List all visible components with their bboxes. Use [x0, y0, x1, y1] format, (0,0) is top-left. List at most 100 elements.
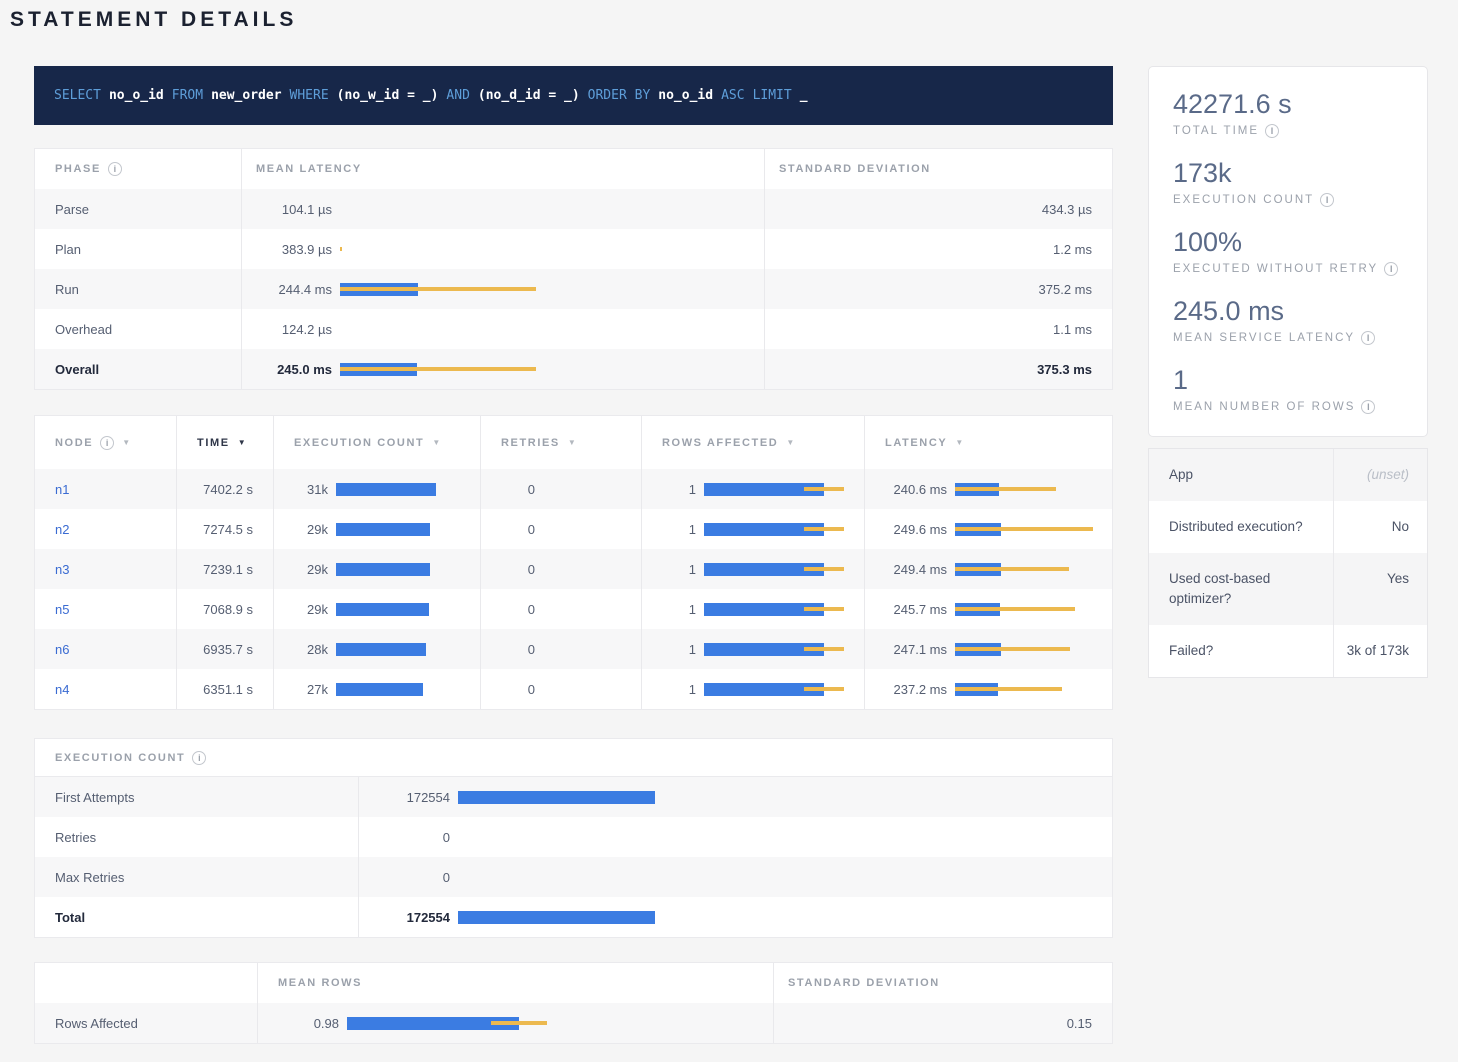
stddev-whisker: [340, 247, 342, 251]
info-icon[interactable]: i: [1361, 400, 1375, 414]
rows-affected-column-header[interactable]: ROWS AFFECTED ▼: [641, 416, 864, 469]
node-time-value: 7068.9 s: [203, 602, 253, 617]
latency-bar: [955, 683, 1115, 696]
info-icon[interactable]: i: [1384, 262, 1398, 276]
node-link[interactable]: n3: [55, 562, 69, 577]
phase-latency-table: PHASE i MEAN LATENCY STANDARD DEVIATION …: [34, 148, 1113, 390]
execution-count-bar: [458, 911, 658, 924]
stddev-whisker: [804, 647, 844, 651]
time-column-header[interactable]: TIME ▼: [176, 416, 273, 469]
latency-bar: [340, 283, 540, 296]
summary-stat: 42271.6 s TOTAL TIME i: [1173, 88, 1403, 141]
execution-count-column-header[interactable]: EXECUTION COUNT ▼: [273, 416, 480, 469]
summary-stats-card: 42271.6 s TOTAL TIME i 173k EXECUTION CO…: [1148, 66, 1428, 437]
page-title: STATEMENT DETAILS: [10, 8, 297, 32]
execution-count-value: 172554: [367, 790, 450, 805]
retries-column-header[interactable]: RETRIES ▼: [480, 416, 641, 469]
info-icon[interactable]: i: [108, 162, 122, 176]
sort-desc-icon[interactable]: ▼: [786, 438, 794, 447]
info-icon[interactable]: i: [1361, 331, 1375, 345]
attribute-value: 3k of 173k: [1333, 625, 1427, 677]
mean-rows-bar: [347, 1017, 547, 1030]
attribute-label: Failed?: [1149, 625, 1333, 677]
execution-count-value: 172554: [367, 910, 450, 925]
info-icon[interactable]: i: [192, 751, 206, 765]
node-retries-value: 0: [489, 522, 535, 537]
node-stats-table: NODE i ▼ TIME ▼ EXECUTION COUNT ▼ RETRIE…: [34, 415, 1113, 710]
mean-bar: [336, 643, 426, 656]
node-column-header[interactable]: NODE i ▼: [35, 416, 176, 469]
node-retries-value: 0: [489, 482, 535, 497]
node-link[interactable]: n6: [55, 642, 69, 657]
node-link[interactable]: n4: [55, 682, 69, 697]
execution-count-row-label: First Attempts: [55, 790, 134, 805]
node-retries-value: 0: [489, 602, 535, 617]
sql-query-text: SELECTno_o_idFROMnew_orderWHERE(no_w_id …: [54, 88, 808, 103]
node-rows-affected-value: 1: [650, 602, 696, 617]
node-time-value: 6935.7 s: [203, 642, 253, 657]
latency-column-header[interactable]: LATENCY ▼: [864, 416, 1112, 469]
attribute-label: App: [1149, 449, 1333, 501]
mean-bar: [458, 911, 655, 924]
node-rows-affected-value: 1: [650, 642, 696, 657]
attribute-row: App (unset): [1149, 449, 1427, 501]
execution-count-value: 0: [367, 870, 450, 885]
summary-stat-label: EXECUTION COUNT: [1173, 190, 1314, 210]
sql-token: AND: [446, 88, 469, 103]
sql-query-box: SELECTno_o_idFROMnew_orderWHERE(no_w_id …: [34, 66, 1113, 125]
sort-desc-icon[interactable]: ▼: [568, 438, 576, 447]
rows-affected-bar: [704, 683, 864, 696]
rows-affected-bar: [704, 603, 864, 616]
stddev-whisker: [804, 687, 844, 691]
sort-desc-icon[interactable]: ▼: [955, 438, 963, 447]
execution-count-bar: [336, 643, 476, 656]
sort-desc-icon[interactable]: ▼: [122, 438, 130, 447]
standard-deviation-value: 1.2 ms: [1053, 242, 1092, 257]
sql-token: LIMIT: [753, 88, 792, 103]
rows-affected-bar: [704, 523, 864, 536]
sql-token: (no_w_id = _): [337, 88, 439, 103]
info-icon[interactable]: i: [1265, 124, 1279, 138]
rows-affected-bar: [704, 483, 864, 496]
phase-table-row: Overhead 124.2 µs 1.1 ms: [35, 309, 1112, 349]
sql-token: ASC: [721, 88, 744, 103]
latency-bar: [340, 363, 540, 376]
standard-deviation-column-header: STANDARD DEVIATION: [788, 977, 940, 989]
rows-affected-table-header: MEAN ROWS STANDARD DEVIATION: [35, 963, 1112, 1003]
node-retries-value: 0: [489, 562, 535, 577]
sort-desc-icon[interactable]: ▼: [432, 438, 440, 447]
phase-label: Overhead: [55, 322, 112, 337]
node-retries-value: 0: [489, 642, 535, 657]
sort-desc-icon[interactable]: ▼: [238, 438, 246, 447]
phase-label: Plan: [55, 242, 81, 257]
summary-stat: 245.0 ms MEAN SERVICE LATENCY i: [1173, 295, 1403, 348]
node-link[interactable]: n1: [55, 482, 69, 497]
node-execution-count-value: 28k: [282, 642, 328, 657]
mean-latency-value: 124.2 µs: [250, 322, 332, 337]
info-icon[interactable]: i: [100, 436, 114, 450]
node-link[interactable]: n2: [55, 522, 69, 537]
stddev-whisker: [955, 487, 1056, 491]
summary-stat: 173k EXECUTION COUNT i: [1173, 157, 1403, 210]
attribute-row: Distributed execution? No: [1149, 501, 1427, 553]
node-link[interactable]: n5: [55, 602, 69, 617]
summary-stat-value: 245.0 ms: [1173, 295, 1403, 328]
node-latency-value: 245.7 ms: [873, 602, 947, 617]
execution-count-row: Total 172554: [35, 897, 1112, 937]
node-rows-affected-value: 1: [650, 562, 696, 577]
latency-bar: [955, 643, 1115, 656]
latency-bar: [340, 243, 540, 256]
summary-stat-label: MEAN NUMBER OF ROWS: [1173, 397, 1355, 417]
attribute-value: No: [1333, 501, 1427, 553]
node-retries-value: 0: [489, 682, 535, 697]
statement-attributes-panel: App (unset) Distributed execution? No Us…: [1148, 448, 1428, 678]
sql-token: FROM: [172, 88, 203, 103]
rows-std-deviation-value: 0.15: [1067, 1016, 1092, 1031]
stddev-whisker: [804, 607, 844, 611]
mean-bar: [336, 683, 423, 696]
stddev-whisker: [955, 607, 1075, 611]
latency-bar: [955, 483, 1115, 496]
info-icon[interactable]: i: [1320, 193, 1334, 207]
rows-affected-table: MEAN ROWS STANDARD DEVIATION Rows Affect…: [34, 962, 1113, 1044]
execution-count-bar: [458, 791, 658, 804]
